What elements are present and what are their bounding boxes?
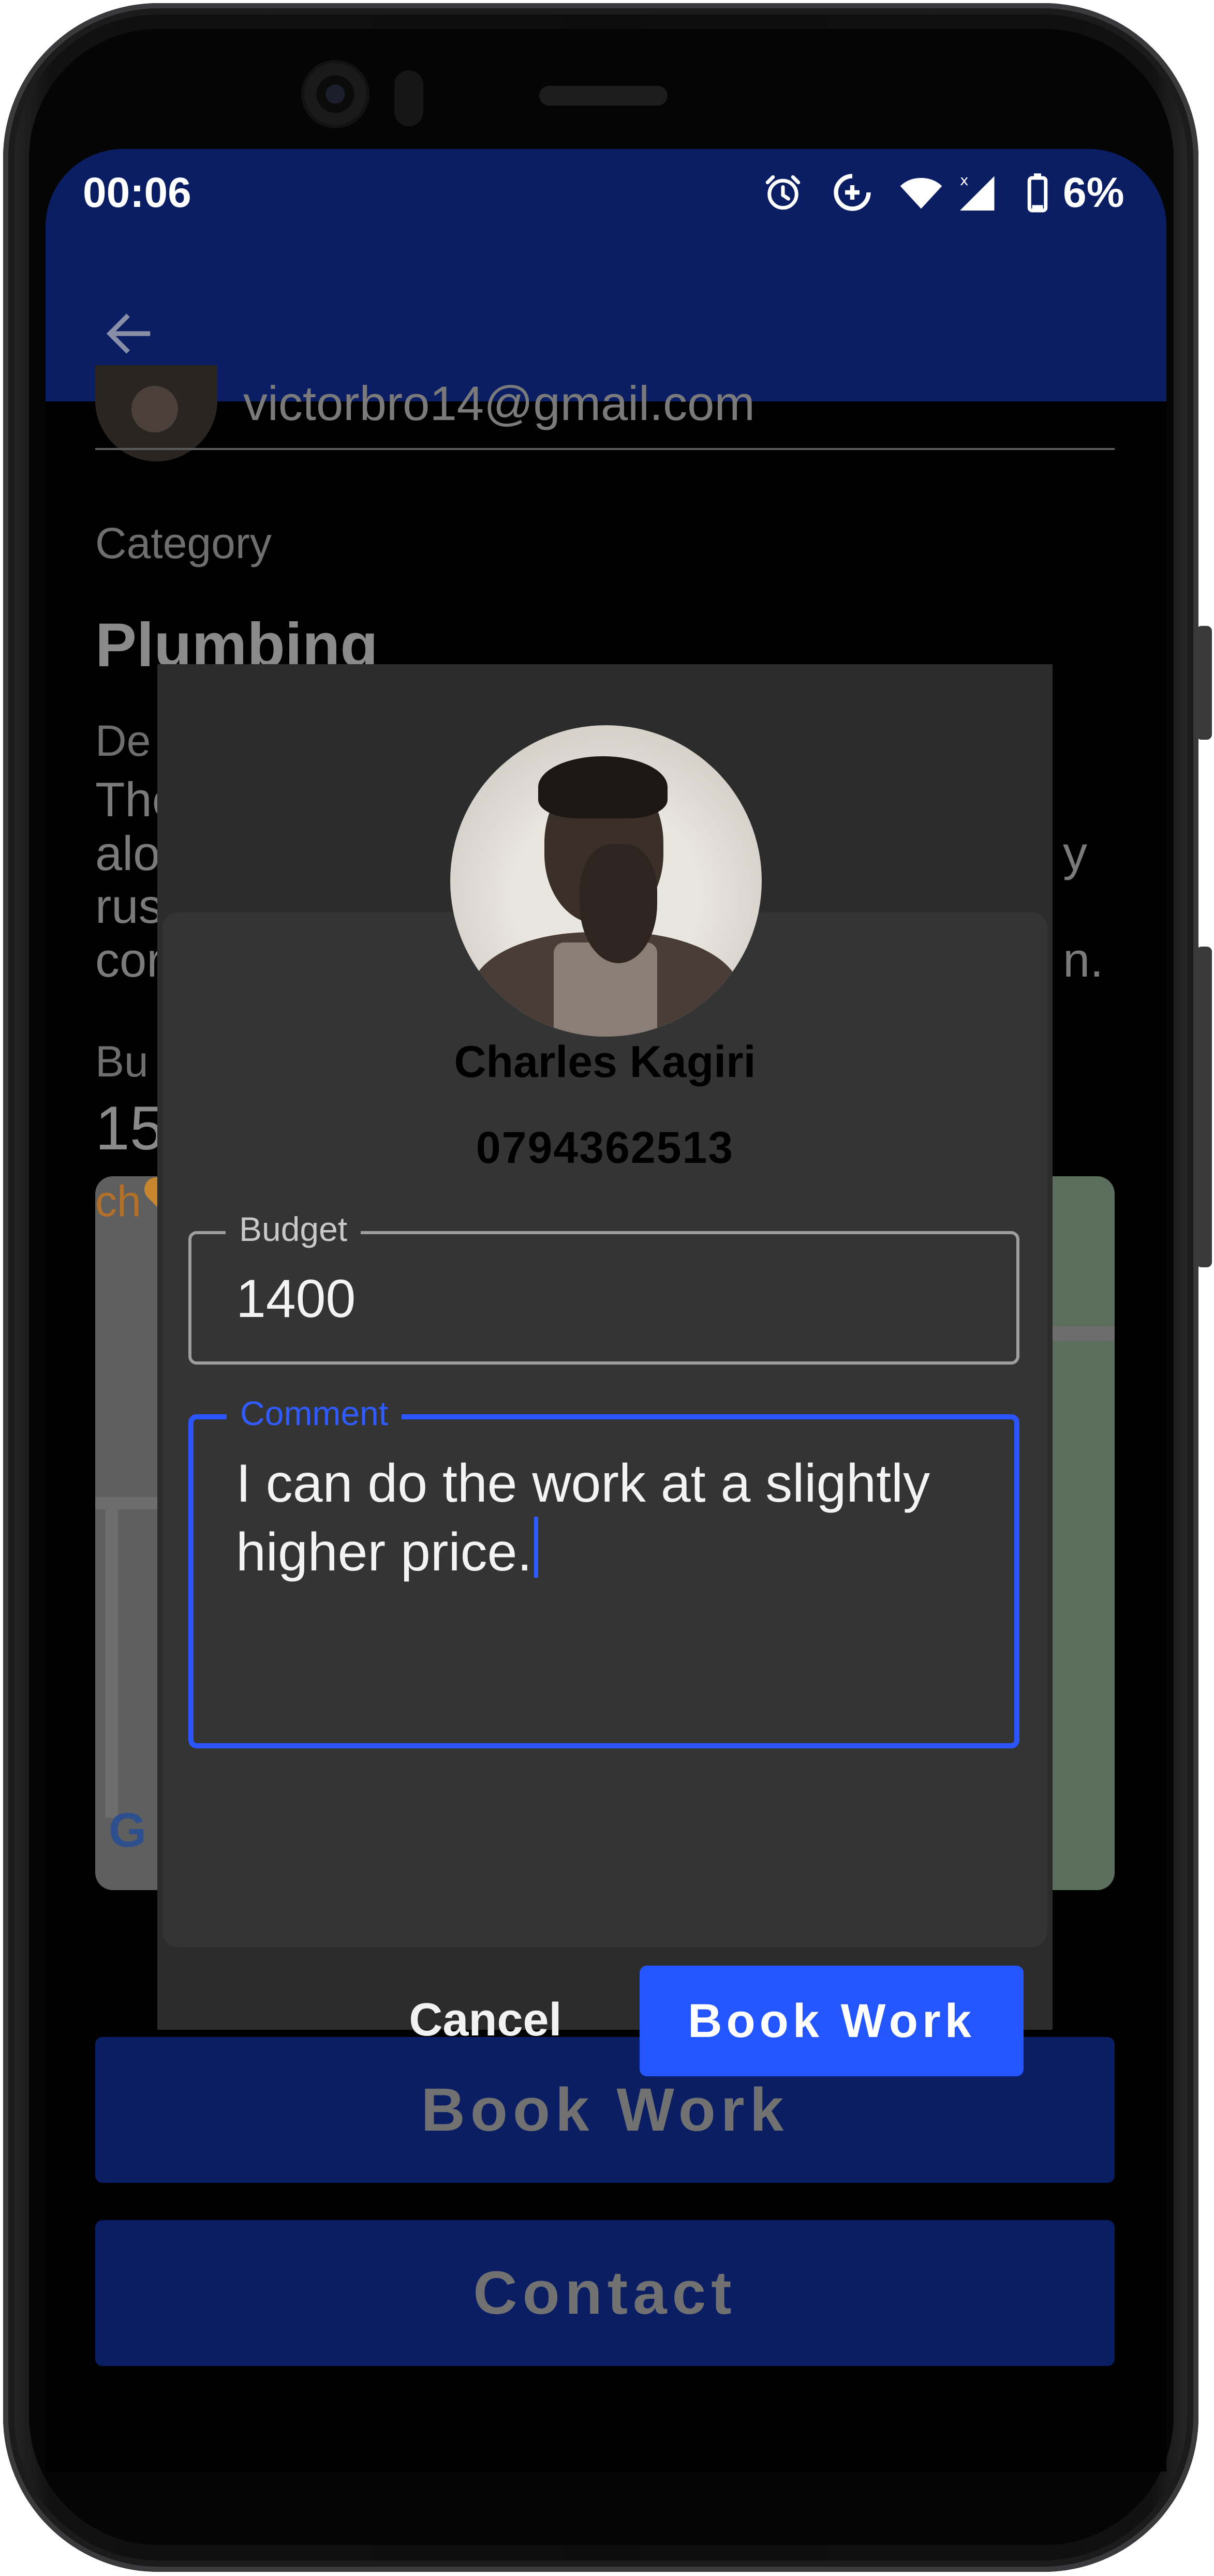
poster-email: victorbro14@gmail.com — [243, 376, 755, 430]
description-label: De — [95, 716, 151, 765]
budget-input-label: Budget — [226, 1209, 361, 1249]
comment-input-label: Comment — [227, 1394, 402, 1433]
wifi-icon — [900, 178, 942, 209]
email-divider — [95, 448, 1115, 450]
category-label: Category — [95, 519, 272, 567]
google-logo: G — [109, 1803, 147, 1857]
svg-text:x: x — [960, 172, 969, 189]
map-place-label: ch — [95, 1177, 141, 1225]
worker-avatar — [450, 725, 762, 1037]
comment-input[interactable]: Comment I can do the work at a slightly … — [188, 1394, 1019, 1748]
front-camera — [304, 63, 366, 125]
description-line-4: cor — [95, 933, 163, 987]
budget-label: Bu — [95, 1037, 149, 1086]
signal-icon: x — [960, 172, 995, 211]
comment-input-value[interactable]: I can do the work at a slightly higher p… — [236, 1454, 930, 1582]
description-line-2-end: y — [1063, 826, 1087, 880]
worker-phone: 0794362513 — [476, 1123, 734, 1173]
proximity-sensor — [394, 70, 423, 126]
screen: 00:06 x 6% victorbro14@gmail.com Categor… — [46, 149, 1166, 2472]
text-cursor — [534, 1517, 539, 1578]
status-bar: 00:06 x 6% — [46, 149, 1166, 261]
budget-input-value[interactable]: 1400 — [236, 1268, 356, 1330]
arrow-left-icon[interactable] — [100, 305, 157, 362]
earpiece-speaker — [539, 86, 668, 106]
power-key — [1196, 947, 1212, 1267]
contact-button[interactable]: Contact — [95, 2220, 1115, 2366]
book-work-button[interactable]: Book Work — [640, 1966, 1024, 2076]
data-saver-icon — [834, 174, 871, 211]
battery-percent: 6% — [1063, 169, 1124, 216]
cancel-button[interactable]: Cancel — [403, 1966, 568, 2074]
battery-icon — [1027, 173, 1048, 213]
description-line-3: rus — [95, 879, 163, 933]
description-line-4-end: n. — [1063, 933, 1104, 987]
poster-avatar — [95, 365, 217, 461]
map-road — [106, 1507, 118, 1818]
comment-input-text[interactable]: I can do the work at a slightly higher p… — [236, 1450, 991, 1585]
budget-input[interactable]: Budget 1400 — [188, 1209, 1019, 1365]
alarm-icon — [765, 175, 801, 210]
volume-key — [1196, 626, 1212, 740]
worker-name: Charles Kagiri — [454, 1037, 756, 1087]
status-time: 00:06 — [83, 169, 191, 216]
budget-value: 15 — [95, 1094, 165, 1163]
description-line-2: alo — [95, 826, 160, 880]
